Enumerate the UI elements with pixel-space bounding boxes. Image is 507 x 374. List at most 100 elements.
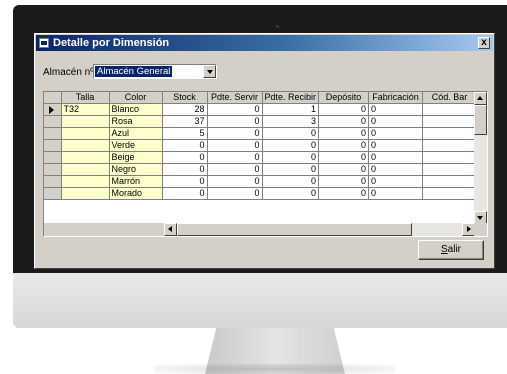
column-header[interactable]: Pdte. Servir — [207, 92, 263, 105]
table-row[interactable]: Negro 0 0 0 0 0 — [44, 163, 478, 177]
cell-cod-bar[interactable] — [422, 115, 478, 129]
cell-color[interactable]: Verde — [109, 139, 163, 153]
cell-deposito[interactable]: 0 — [318, 175, 370, 189]
cell-pdte-servir[interactable]: 0 — [207, 103, 263, 117]
cell-fabricacion[interactable]: 0 — [368, 175, 424, 189]
table-row[interactable]: Morado 0 0 0 0 0 — [44, 187, 478, 201]
cell-fabricacion[interactable]: 0 — [368, 103, 424, 117]
scroll-up-button[interactable] — [474, 92, 487, 105]
cell-color[interactable]: Morado — [109, 187, 163, 201]
horizontal-scroll-thumb[interactable] — [177, 223, 412, 236]
cell-cod-bar[interactable] — [422, 175, 478, 189]
cell-deposito[interactable]: 0 — [318, 103, 370, 117]
cell-deposito[interactable]: 0 — [318, 139, 370, 153]
cell-pdte-servir[interactable]: 0 — [207, 163, 263, 177]
cell-color[interactable]: Rosa — [109, 115, 163, 129]
cell-stock[interactable]: 28 — [162, 103, 208, 117]
cell-cod-bar[interactable] — [422, 127, 478, 141]
cell-deposito[interactable]: 0 — [318, 151, 370, 165]
cell-cod-bar[interactable] — [422, 163, 478, 177]
cell-cod-bar[interactable] — [422, 187, 478, 201]
chevron-down-icon[interactable] — [203, 65, 216, 78]
table-row[interactable]: Verde 0 0 0 0 0 — [44, 139, 478, 153]
cell-stock[interactable]: 0 — [162, 139, 208, 153]
row-selector[interactable] — [44, 163, 62, 177]
cell-fabricacion[interactable]: 0 — [368, 127, 424, 141]
cell-deposito[interactable]: 0 — [318, 163, 370, 177]
row-selector[interactable] — [44, 127, 62, 141]
row-selector[interactable] — [44, 187, 62, 201]
cell-stock[interactable]: 5 — [162, 127, 208, 141]
vertical-scroll-thumb[interactable] — [474, 105, 487, 135]
cell-talla[interactable] — [61, 187, 110, 201]
cell-color[interactable]: Marrón — [109, 175, 163, 189]
cell-pdte-recibir[interactable]: 0 — [262, 163, 320, 177]
table-row[interactable]: Azul 5 0 0 0 0 — [44, 127, 478, 141]
row-selector[interactable] — [44, 151, 62, 165]
cell-cod-bar[interactable] — [422, 103, 478, 117]
cell-pdte-servir[interactable]: 0 — [207, 151, 263, 165]
cell-color[interactable]: Azul — [109, 127, 163, 141]
table-row[interactable]: T32 Blanco 28 0 1 0 0 — [44, 103, 478, 117]
salir-button[interactable]: Salir — [418, 240, 484, 260]
cell-fabricacion[interactable]: 0 — [368, 115, 424, 129]
cell-stock[interactable]: 0 — [162, 163, 208, 177]
cell-pdte-recibir[interactable]: 0 — [262, 187, 320, 201]
cell-pdte-recibir[interactable]: 1 — [262, 103, 320, 117]
cell-color[interactable]: Negro — [109, 163, 163, 177]
cell-deposito[interactable]: 0 — [318, 187, 370, 201]
cell-deposito[interactable]: 0 — [318, 115, 370, 129]
cell-stock[interactable]: 0 — [162, 187, 208, 201]
cell-stock[interactable]: 0 — [162, 151, 208, 165]
table-row[interactable]: Rosa 37 0 3 0 0 — [44, 115, 478, 129]
cell-pdte-servir[interactable]: 0 — [207, 127, 263, 141]
column-header[interactable]: Cód. Bar — [422, 92, 478, 105]
title-bar[interactable]: Detalle por Dimensión x — [36, 35, 493, 51]
table-row[interactable]: Beige 0 0 0 0 0 — [44, 151, 478, 165]
scroll-left-button[interactable] — [164, 223, 177, 236]
dimension-grid[interactable]: Talla Color Stock Pdte. Servir Pdte. Rec… — [43, 91, 488, 237]
cell-color[interactable]: Blanco — [109, 103, 163, 117]
cell-fabricacion[interactable]: 0 — [368, 187, 424, 201]
cell-pdte-servir[interactable]: 0 — [207, 175, 263, 189]
vertical-scrollbar[interactable] — [474, 92, 487, 224]
close-button[interactable]: x — [478, 37, 490, 49]
horizontal-scrollbar[interactable] — [164, 223, 475, 236]
row-selector[interactable] — [44, 139, 62, 153]
cell-stock[interactable]: 37 — [162, 115, 208, 129]
cell-talla[interactable] — [61, 175, 110, 189]
cell-talla[interactable] — [61, 163, 110, 177]
cell-talla[interactable] — [61, 115, 110, 129]
cell-talla[interactable] — [61, 139, 110, 153]
row-selector[interactable] — [44, 175, 62, 189]
cell-talla[interactable] — [61, 151, 110, 165]
cell-pdte-servir[interactable]: 0 — [207, 115, 263, 129]
cell-pdte-servir[interactable]: 0 — [207, 187, 263, 201]
cell-talla[interactable]: T32 — [61, 103, 110, 117]
cell-pdte-recibir[interactable]: 0 — [262, 139, 320, 153]
cell-pdte-recibir[interactable]: 0 — [262, 175, 320, 189]
column-header[interactable]: Depósito — [318, 92, 370, 105]
row-selector[interactable] — [44, 115, 62, 129]
cell-talla[interactable] — [61, 127, 110, 141]
cell-pdte-recibir[interactable]: 3 — [262, 115, 320, 129]
cell-fabricacion[interactable]: 0 — [368, 139, 424, 153]
cell-fabricacion[interactable]: 0 — [368, 151, 424, 165]
column-header[interactable]: Fabricación — [368, 92, 424, 105]
cell-stock[interactable]: 0 — [162, 175, 208, 189]
cell-pdte-recibir[interactable]: 0 — [262, 127, 320, 141]
almacen-select[interactable]: Almacén General — [93, 64, 217, 79]
cell-pdte-recibir[interactable]: 0 — [262, 151, 320, 165]
column-header[interactable]: Talla — [61, 92, 110, 105]
column-header[interactable]: Color — [109, 92, 163, 105]
cell-pdte-servir[interactable]: 0 — [207, 139, 263, 153]
cell-cod-bar[interactable] — [422, 139, 478, 153]
cell-color[interactable]: Beige — [109, 151, 163, 165]
cell-cod-bar[interactable] — [422, 151, 478, 165]
column-header[interactable]: Pdte. Recibir — [262, 92, 320, 105]
row-selector[interactable] — [44, 103, 62, 117]
cell-deposito[interactable]: 0 — [318, 127, 370, 141]
column-header[interactable]: Stock — [162, 92, 208, 105]
table-row[interactable]: Marrón 0 0 0 0 0 — [44, 175, 478, 189]
cell-fabricacion[interactable]: 0 — [368, 163, 424, 177]
